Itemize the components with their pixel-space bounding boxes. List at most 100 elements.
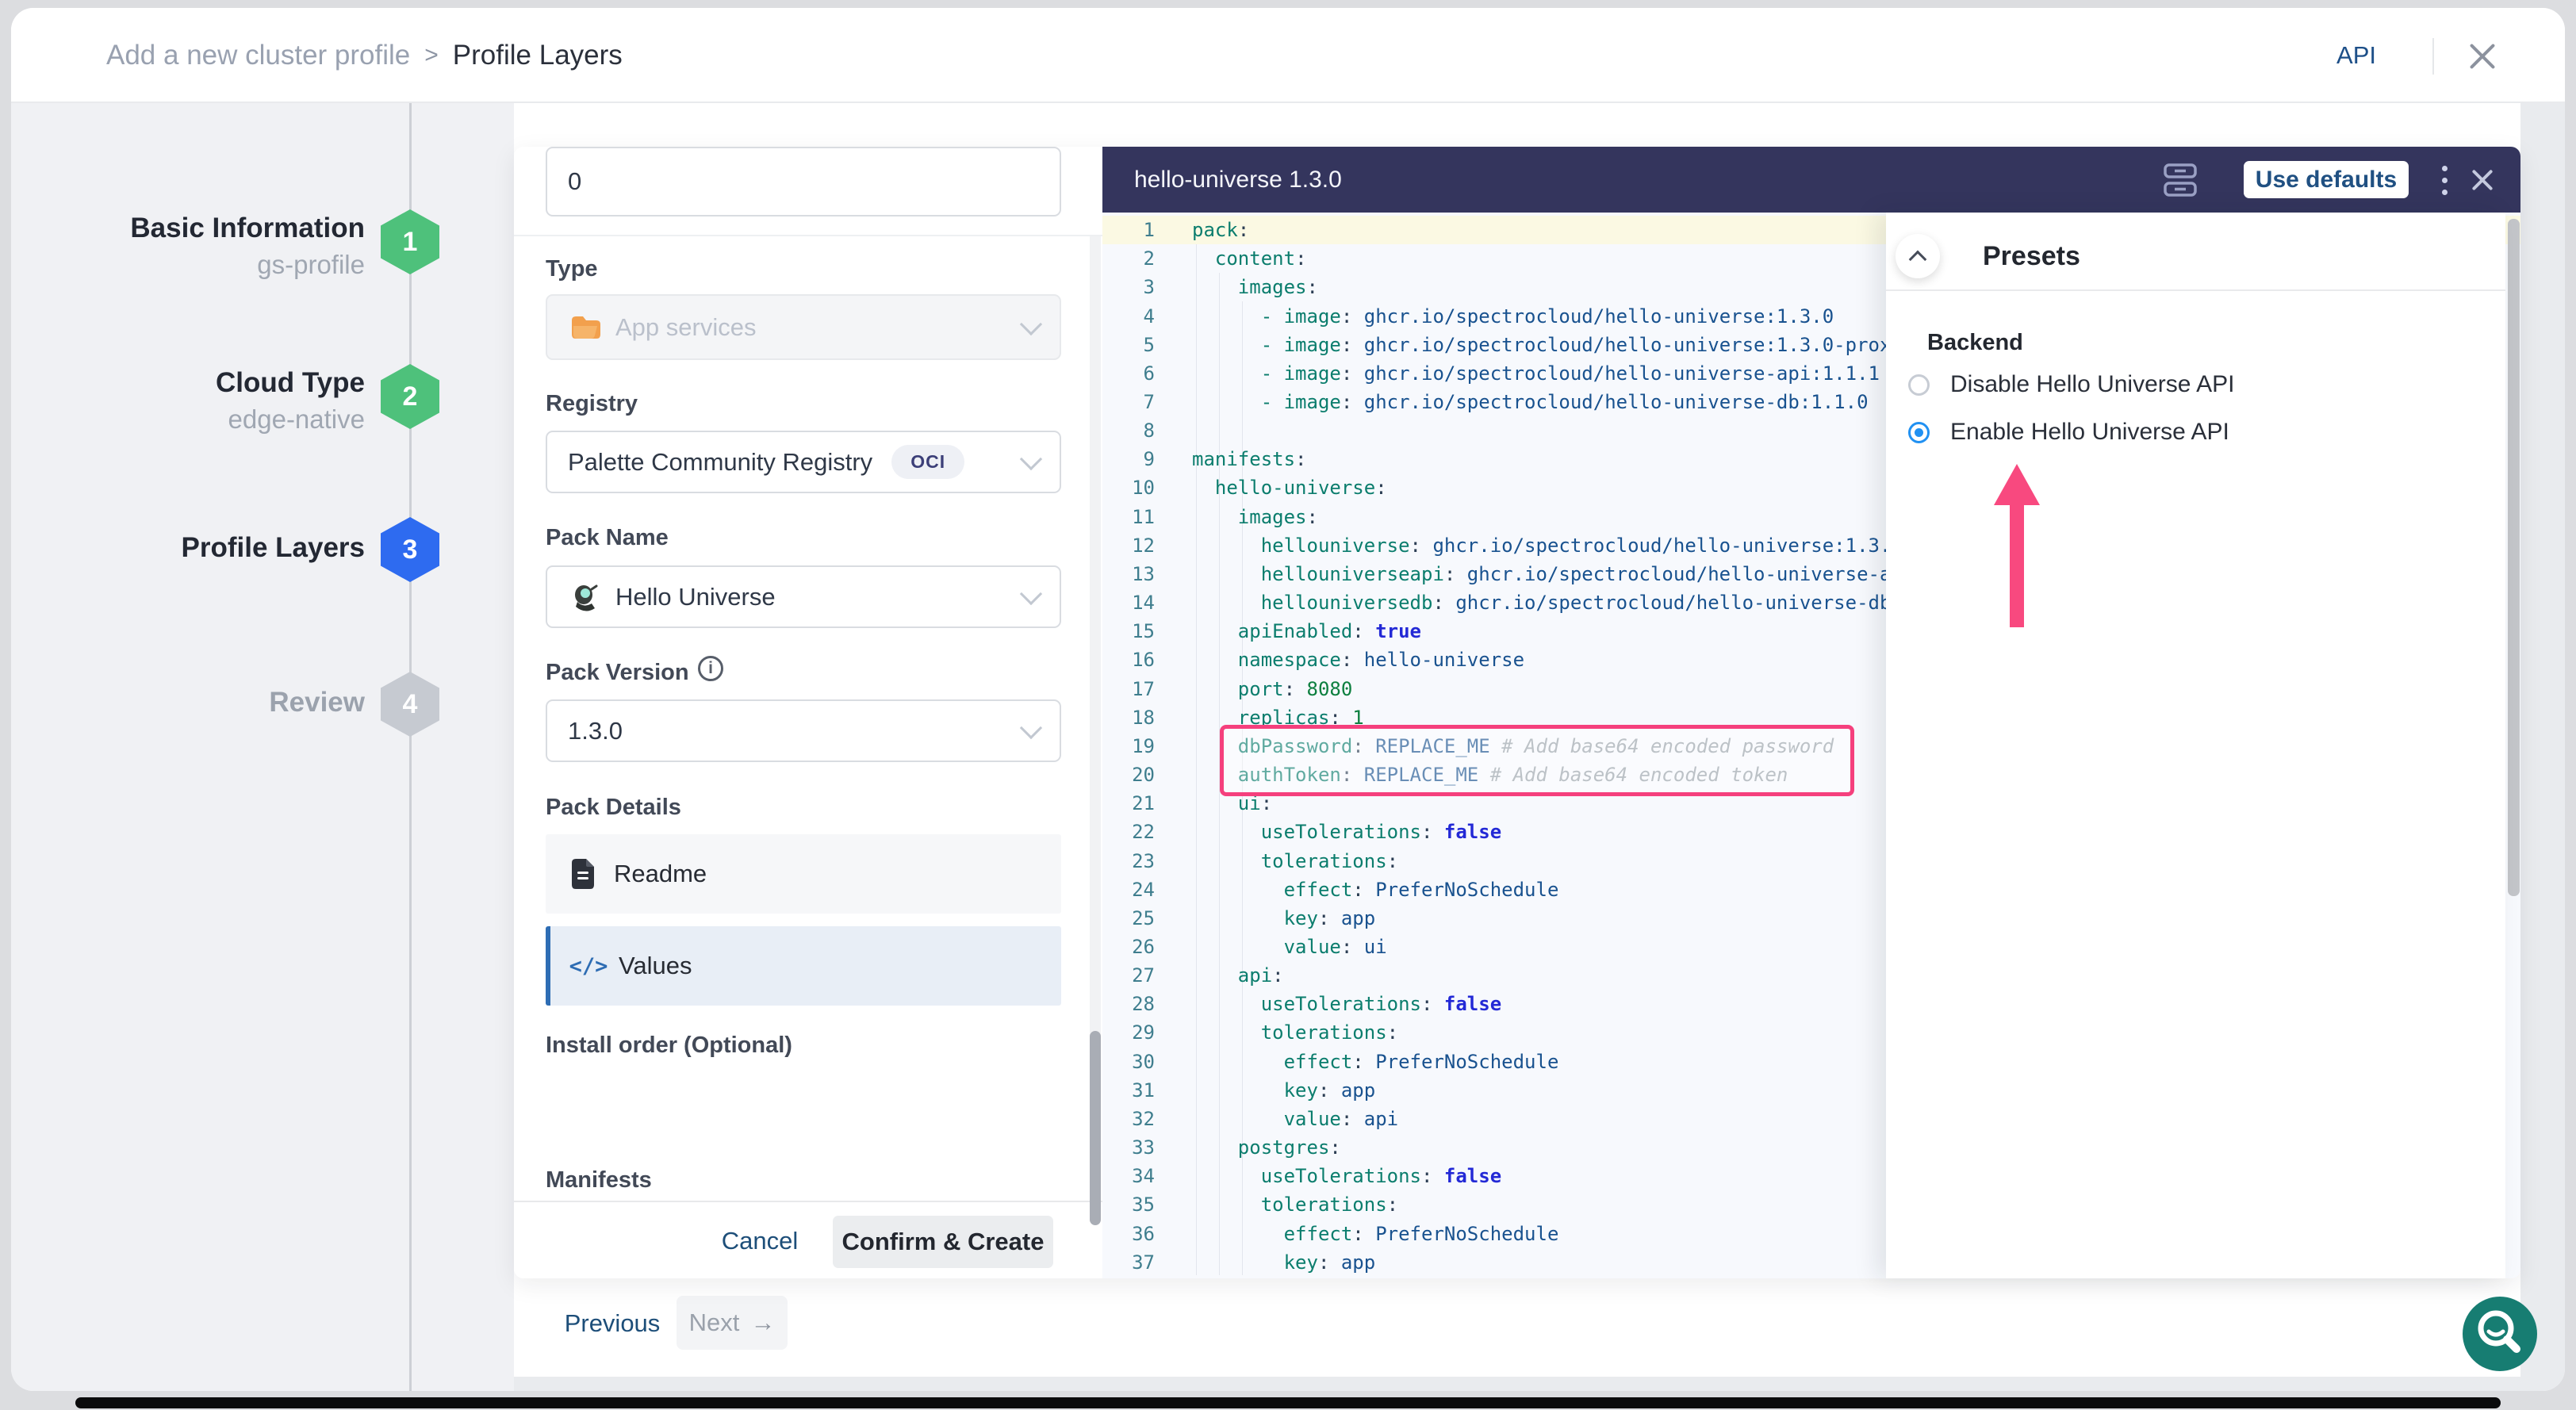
breadcrumb-separator: > [424, 42, 439, 69]
step-2-hexagon[interactable]: 2 [381, 364, 439, 429]
line-number: 27 [1102, 964, 1155, 987]
pack-details-label: Pack Details [546, 795, 681, 821]
header-divider [2432, 38, 2434, 75]
right-background-strip [2520, 103, 2565, 1391]
form-scrollbar-thumb[interactable] [1090, 1031, 1101, 1225]
line-number: 18 [1102, 707, 1155, 729]
use-defaults-button[interactable]: Use defaults [2244, 161, 2409, 198]
stepper-connector-line [409, 103, 412, 1391]
line-number: 32 [1102, 1108, 1155, 1130]
line-number: 31 [1102, 1079, 1155, 1102]
annotation-arrow-up [1994, 464, 2040, 631]
line-number: 9 [1102, 448, 1155, 470]
install-order-input[interactable]: 0 [546, 147, 1061, 216]
type-label: Type [546, 256, 598, 282]
line-number: 29 [1102, 1021, 1155, 1044]
line-number: 37 [1102, 1251, 1155, 1274]
kebab-menu-icon[interactable] [2428, 159, 2460, 201]
line-number: 14 [1102, 592, 1155, 614]
preset-option-1[interactable]: Disable Hello Universe API [1908, 361, 2235, 408]
registry-select[interactable]: Palette Community Registry OCI [546, 431, 1061, 493]
presets-divider [1886, 289, 2505, 291]
chevron-glyph [1909, 251, 1927, 269]
chevron-down-icon [1020, 312, 1042, 335]
type-value: App services [615, 313, 756, 342]
pack-version-select[interactable]: 1.3.0 [546, 699, 1061, 762]
line-number: 11 [1102, 506, 1155, 528]
step-title: Basic Information [130, 213, 365, 244]
radio-unselected[interactable] [1908, 374, 1930, 396]
pack-details-tab-readme[interactable]: Readme [546, 834, 1061, 914]
pack-name-select[interactable]: Hello Universe [546, 565, 1061, 628]
form-footer: Cancel Confirm & Create [514, 1201, 1102, 1278]
line-number: 17 [1102, 678, 1155, 700]
step-3-hexagon[interactable]: 3 [381, 517, 439, 582]
pack-name-value: Hello Universe [615, 583, 776, 611]
bottom-background-strip [514, 1377, 2520, 1391]
line-number: 15 [1102, 620, 1155, 642]
astronaut-icon [568, 583, 603, 611]
chevron-down-icon [1020, 447, 1042, 469]
preset-option-label: Disable Hello Universe API [1950, 371, 2235, 398]
editor-title: hello-universe 1.3.0 [1134, 147, 1342, 213]
editor-close-icon[interactable] [2463, 163, 2501, 197]
type-select[interactable]: App services [546, 294, 1061, 360]
wizard-stepper-panel: 1 Basic Information gs-profile 2Cloud Typee… [11, 103, 514, 1391]
step-2-label[interactable]: Cloud Typeedge-native [216, 367, 365, 435]
editor-header: hello-universe 1.3.0 Use defaults [1102, 147, 2520, 213]
manifests-label: Manifests [546, 1167, 652, 1194]
line-number: 5 [1102, 334, 1155, 356]
next-button[interactable]: Next → [677, 1296, 788, 1350]
line-number: 8 [1102, 420, 1155, 442]
code-icon: </> [571, 954, 606, 979]
diff-icon[interactable] [2162, 163, 2198, 201]
presets-panel: Presets Backend Disable Hello Universe A… [1886, 213, 2505, 1278]
cancel-button[interactable]: Cancel [712, 1202, 807, 1280]
pack-details-tab-label: Values [619, 952, 692, 980]
step-subtitle: gs-profile [130, 250, 365, 280]
preset-option-label: Enable Hello Universe API [1950, 419, 2229, 446]
oci-badge: OCI [891, 445, 964, 479]
step-title: Cloud Type [216, 367, 365, 399]
step-title: Profile Layers [182, 532, 366, 564]
step-4-label[interactable]: Review [269, 687, 365, 718]
line-number: 30 [1102, 1051, 1155, 1073]
step-3-label[interactable]: Profile Layers [182, 532, 366, 564]
install-order-label: Install order (Optional) [546, 1033, 792, 1059]
folder-icon [568, 315, 603, 340]
line-number: 23 [1102, 850, 1155, 872]
step-title: Review [269, 687, 365, 718]
edit-pack-modal: + 5/5 Edit additional pack Type App serv… [514, 147, 2520, 1278]
step-1-label[interactable]: Basic Information gs-profile [130, 213, 365, 280]
step-1-hexagon[interactable]: 1 [381, 209, 439, 274]
arrow-right-icon: → [750, 1308, 775, 1337]
registry-value: Palette Community Registry [568, 448, 872, 477]
previous-button[interactable]: Previous [562, 1299, 662, 1348]
presets-title: Presets [1983, 213, 2080, 300]
line-number: 24 [1102, 879, 1155, 901]
search-icon[interactable] [2463, 1297, 2537, 1371]
line-number: 21 [1102, 792, 1155, 814]
next-label: Next [689, 1308, 740, 1337]
pack-details-tab-values[interactable]: </> Values [546, 926, 1061, 1006]
document-icon [566, 859, 601, 889]
step-4-hexagon[interactable]: 4 [381, 672, 439, 737]
line-number: 4 [1102, 305, 1155, 328]
top-header: Add a new cluster profile > Profile Laye… [11, 8, 2565, 103]
close-icon[interactable] [2462, 38, 2503, 75]
pack-version-value: 1.3.0 [568, 717, 623, 745]
window-bottom-edge [75, 1397, 2501, 1408]
info-icon[interactable]: i [698, 656, 723, 681]
chevron-up-icon[interactable] [1896, 234, 1940, 278]
kebab-dot [2442, 166, 2448, 171]
breadcrumb-parent-link[interactable]: Add a new cluster profile [106, 40, 410, 71]
api-link[interactable]: API [2321, 8, 2392, 103]
pack-version-label: Pack Version [546, 660, 689, 686]
modal-scrollbar-thumb[interactable] [2508, 219, 2520, 896]
line-number: 22 [1102, 821, 1155, 843]
line-number: 10 [1102, 477, 1155, 499]
radio-selected[interactable] [1908, 422, 1930, 443]
preset-option-2[interactable]: Enable Hello Universe API [1908, 408, 2229, 456]
chevron-down-icon [1020, 582, 1042, 604]
confirm-create-button[interactable]: Confirm & Create [833, 1216, 1053, 1268]
